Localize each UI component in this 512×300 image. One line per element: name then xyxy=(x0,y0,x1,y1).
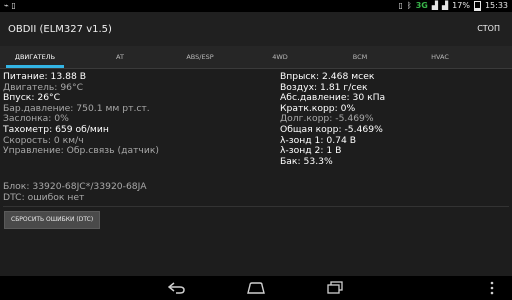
action-bar: OBDII (ELM327 v1.5) СТОП xyxy=(0,12,512,46)
reading-control-mode: Управление: Обр.связь (датчик) xyxy=(3,145,159,157)
reading-rpm: Тахометр: 659 об/мин xyxy=(3,123,109,135)
overflow-menu-icon xyxy=(490,281,494,295)
left-readings: Питание: 13.88 В Двигатель: 96°C Впуск: … xyxy=(3,71,159,157)
stop-button[interactable]: СТОП xyxy=(473,22,504,35)
overflow-menu-button[interactable] xyxy=(480,279,504,297)
tab-at[interactable]: AT xyxy=(88,46,152,68)
home-button[interactable] xyxy=(244,279,268,297)
status-icons: ▯ ᛒ 3G ▟ ▟ 17% 15:33 xyxy=(398,1,508,11)
reading-total-trim: Общая корр: -5.469% xyxy=(280,123,383,135)
tab-engine[interactable]: ДВИГАТЕЛЬ xyxy=(3,46,67,68)
app-title: OBDII (ELM327 v1.5) xyxy=(8,24,112,35)
tab-bar: ДВИГАТЕЛЬ AT ABS/ESP 4WD BCM HVAC xyxy=(0,46,512,69)
right-readings: Впрыск: 2.468 мсек Воздух: 1.81 г/сек Аб… xyxy=(280,71,385,167)
ecu-block-id: Блок: 33920-68JC*/33920-68JA xyxy=(3,181,147,192)
back-button[interactable] xyxy=(165,279,189,297)
dtc-status: DTC: ошибок нет xyxy=(3,191,85,203)
signal-2-icon: ▟ xyxy=(442,1,449,10)
tab-bcm[interactable]: BCM xyxy=(328,46,392,68)
vibrate-icon: ▯ xyxy=(398,1,403,10)
reading-fuel-tank: Бак: 53.3% xyxy=(280,155,333,167)
ecu-info: Блок: 33920-68JC*/33920-68JA DTC: ошибок… xyxy=(3,181,147,203)
status-bar: ⌁ ▯ ▯ ᛒ 3G ▟ ▟ 17% 15:33 xyxy=(0,0,512,12)
battery-percent: 17% xyxy=(452,1,470,10)
network-type: 3G xyxy=(415,1,428,10)
recents-button[interactable] xyxy=(323,279,347,297)
divider xyxy=(3,206,509,207)
tablet-icon: ▯ xyxy=(11,1,16,10)
tab-4wd[interactable]: 4WD xyxy=(248,46,312,68)
navigation-bar xyxy=(0,276,512,300)
signal-icon: ▟ xyxy=(431,1,438,10)
reading-voltage: Питание: 13.88 В xyxy=(3,71,87,82)
clock: 15:33 xyxy=(484,1,508,10)
reset-dtc-button[interactable]: СБРОСИТЬ ОШИБКИ (DTC) xyxy=(4,211,101,229)
recents-icon xyxy=(327,281,343,294)
battery-icon xyxy=(473,1,481,11)
usb-icon: ⌁ xyxy=(4,1,9,10)
reading-injection: Впрыск: 2.468 мсек xyxy=(280,71,375,82)
tab-abs-esp[interactable]: ABS/ESP xyxy=(168,46,232,68)
back-icon xyxy=(168,282,185,294)
home-icon xyxy=(247,282,265,294)
tab-hvac[interactable]: HVAC xyxy=(408,46,472,68)
notification-icons: ⌁ ▯ xyxy=(4,1,16,11)
bluetooth-icon: ᛒ xyxy=(406,1,412,10)
engine-panel: Питание: 13.88 В Двигатель: 96°C Впуск: … xyxy=(0,68,512,276)
